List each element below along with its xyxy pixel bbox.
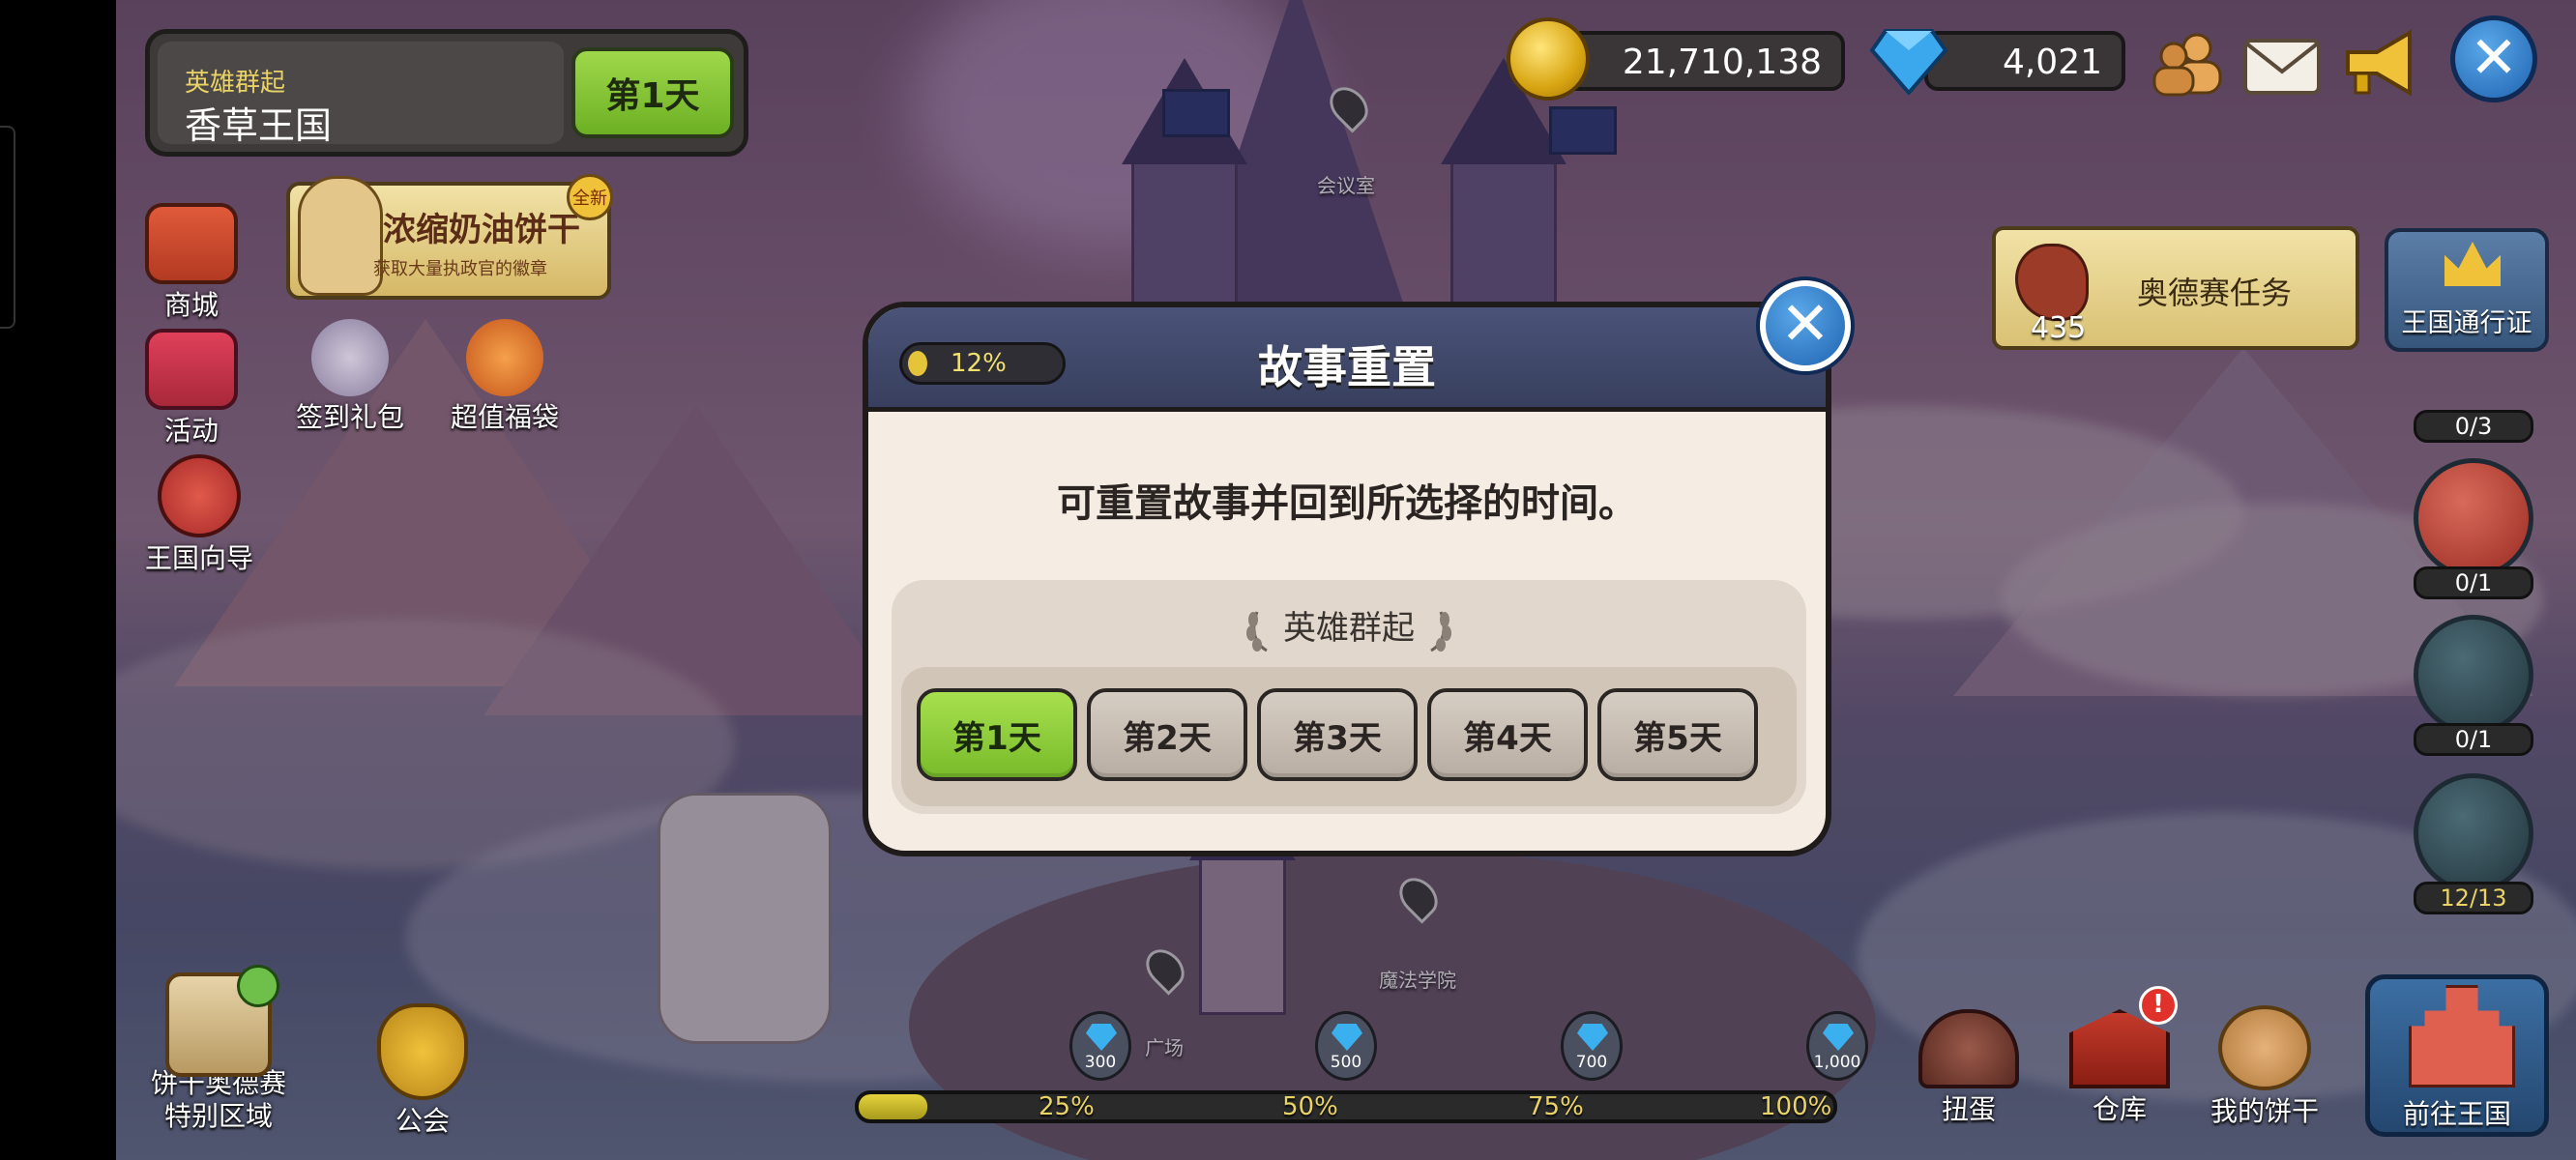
gacha-label: 扭蛋	[1941, 1093, 1996, 1125]
day-1-button[interactable]: 第1天	[917, 688, 1077, 781]
lucky-bag-button[interactable]: 超值福袋	[451, 319, 559, 435]
milestone-reward[interactable]: 500	[1315, 1011, 1377, 1081]
side-quest-progress: 0/1	[2414, 723, 2533, 756]
quest-count: 435	[2031, 311, 2087, 345]
kingdom-name: 香草王国	[185, 104, 333, 147]
day-4-button[interactable]: 第4天	[1427, 688, 1588, 781]
lucky-bag-label: 超值福袋	[451, 401, 560, 433]
device-notch	[0, 126, 15, 329]
gem-value: 4,021	[2002, 43, 2102, 82]
side-quest-progress: 0/3	[2414, 410, 2533, 443]
shop-icon	[145, 203, 238, 284]
shop-button[interactable]: 商城	[145, 203, 238, 323]
house-pen-icon[interactable]	[2414, 773, 2533, 893]
event-banner[interactable]: 浓缩奶油饼干 获取大量执政官的徽章 全新	[286, 174, 613, 300]
guild-shield-icon	[377, 1003, 468, 1100]
my-cookies-button[interactable]: 我的饼干	[2210, 1005, 2319, 1129]
cookie-icon	[2218, 1005, 2311, 1090]
odyssey-area-button[interactable]: 饼干奥德赛 特别区域	[151, 965, 287, 1133]
milestone-reward[interactable]: 700	[1561, 1011, 1623, 1081]
laurel-left-icon	[1246, 610, 1269, 652]
meat-icon	[2015, 244, 2089, 321]
odyssey-quest-button[interactable]: 435 奥德赛任务	[1992, 226, 2359, 350]
story-reset-dialog: 12% 故事重置 可重置故事并回到所选择的时间。 英雄群起 第1天 第2天 第3…	[863, 302, 1831, 856]
device-bezel	[0, 0, 116, 1160]
milestone-pct: 100%	[1760, 1092, 1832, 1121]
guild-label: 公会	[395, 1105, 450, 1137]
gem-icon	[1870, 29, 1947, 95]
house-pen-icon[interactable]	[2414, 615, 2533, 735]
story-progress-box[interactable]: 英雄群起 香草王国 第1天	[145, 29, 748, 157]
event-banner-subtitle: 获取大量执政官的徽章	[373, 259, 547, 279]
gift-box-icon	[145, 329, 238, 410]
shop-label: 商城	[163, 289, 219, 321]
go-to-kingdom-button[interactable]: 前往王国	[2365, 974, 2549, 1137]
warehouse-button[interactable]: 仓库	[2069, 1009, 2170, 1127]
lucky-bag-icon	[466, 319, 543, 396]
castle-icon	[2409, 985, 2515, 1088]
gem-counter[interactable]: 4,021	[1924, 31, 2125, 91]
mail-icon[interactable]	[2241, 33, 2323, 101]
kingdom-guide-button[interactable]: 王国向导	[145, 454, 253, 576]
crown-icon	[2444, 242, 2501, 286]
side-quest-progress: 12/13	[2414, 882, 2533, 914]
day-options-row: 第1天 第2天 第3天 第4天 第5天	[901, 667, 1797, 806]
gacha-icon	[1918, 1009, 2019, 1088]
day-2-button[interactable]: 第2天	[1087, 688, 1247, 781]
kingdom-guide-label: 王国向导	[145, 542, 254, 574]
checkin-gift-button[interactable]: 签到礼包	[296, 319, 404, 435]
milestone-reward[interactable]: 1,000	[1806, 1011, 1868, 1081]
go-to-kingdom-label: 前往王国	[2402, 1098, 2511, 1130]
kingdom-pass-button[interactable]: 王国通行证	[2385, 228, 2549, 352]
coin-counter[interactable]: 21,710,138	[1547, 31, 1845, 91]
coin-icon	[1507, 17, 1590, 101]
milestone-pct: 75%	[1528, 1092, 1584, 1121]
dialog-title: 故事重置	[1258, 341, 1436, 393]
kingdom-pass-label: 王国通行证	[2401, 308, 2532, 338]
gacha-button[interactable]: 扭蛋	[1918, 1009, 2019, 1127]
events-label: 活动	[163, 415, 219, 447]
close-icon[interactable]: ✕	[2450, 15, 2537, 102]
my-cookies-label: 我的饼干	[2210, 1095, 2320, 1127]
cookie-character-icon	[298, 176, 383, 296]
side-quest-progress: 0/1	[2414, 566, 2533, 599]
current-day-button[interactable]: 第1天	[571, 47, 734, 138]
calendar-gift-icon	[311, 319, 389, 396]
quest-label: 奥德赛任务	[2137, 275, 2293, 311]
milestone-pct: 50%	[1282, 1092, 1338, 1121]
new-tag: 全新	[567, 174, 613, 220]
day-5-button[interactable]: 第5天	[1597, 688, 1758, 781]
warehouse-label: 仓库	[2092, 1093, 2147, 1125]
checkin-gift-label: 签到礼包	[296, 401, 405, 433]
milestone-pct: 25%	[1039, 1092, 1095, 1121]
dialog-header: 12% 故事重置	[868, 307, 1826, 412]
day-selector-panel: 英雄群起 第1天 第2天 第3天 第4天 第5天	[892, 580, 1806, 814]
events-button[interactable]: 活动	[145, 329, 238, 449]
compass-icon	[158, 454, 241, 537]
chapter-title: 英雄群起	[1283, 609, 1415, 648]
dialog-close-button[interactable]: ✕	[1760, 280, 1851, 371]
event-banner-title: 浓缩奶油饼干	[383, 211, 580, 249]
milestone-reward[interactable]: 300	[1069, 1011, 1131, 1081]
dialog-description: 可重置故事并回到所选择的时间。	[1057, 481, 1637, 526]
megaphone-icon[interactable]	[2338, 29, 2419, 97]
guild-button[interactable]: 公会	[377, 1003, 468, 1139]
odyssey-area-label: 饼干奥德赛 特别区域	[151, 1067, 287, 1132]
laurel-right-icon	[1429, 610, 1451, 652]
story-progress-fill	[859, 1094, 927, 1119]
story-progress-bar	[855, 1090, 1837, 1123]
coin-value: 21,710,138	[1622, 43, 1822, 82]
chapter-name: 英雄群起	[185, 69, 286, 98]
sword-icon[interactable]	[2414, 458, 2533, 578]
friends-icon[interactable]	[2147, 29, 2228, 97]
chapter-header: 英雄群起	[892, 601, 1806, 654]
map-scroll-icon	[165, 965, 279, 1077]
day-3-button[interactable]: 第3天	[1257, 688, 1418, 781]
alert-badge: !	[2139, 986, 2178, 1025]
